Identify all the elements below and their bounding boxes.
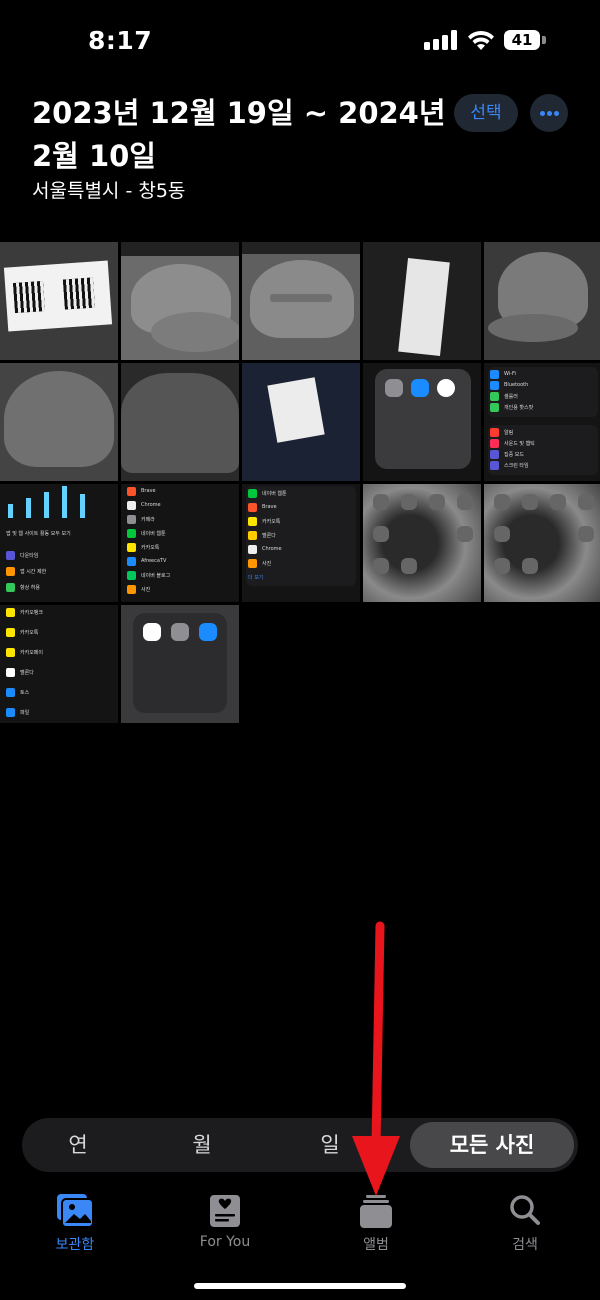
tab-for-you-label: For You (199, 1234, 251, 1250)
home-indicator (194, 1283, 406, 1289)
time-scale-segmented-control: 연 월 일 모든 사진 (22, 1118, 578, 1172)
segment-year[interactable]: 연 (30, 1118, 126, 1172)
photo-settings-list[interactable]: Wi-Fi Bluetooth 셀룰러 개인용 핫스팟 알림 사운드 및 햅틱 … (484, 363, 600, 481)
tab-search-label: 검색 (512, 1237, 538, 1253)
select-button[interactable]: 선택 (454, 94, 518, 132)
more-options-button[interactable] (530, 94, 568, 132)
photo-homescreen-1[interactable] (363, 484, 481, 602)
battery-indicator: 41 (504, 30, 540, 50)
tab-library[interactable]: 보관함 (15, 1192, 135, 1254)
status-bar: 8:17 41 (0, 0, 600, 80)
location-subtitle: 서울특별시 - 창5동 (32, 180, 186, 202)
tab-library-label: 보관함 (55, 1237, 95, 1253)
photo-cap-side[interactable] (0, 363, 118, 481)
page-title: 2023년 12월 19일 ~ 2024년 2월 10일 (32, 96, 446, 173)
photo-homescreen-2[interactable] (484, 484, 600, 602)
segment-month[interactable]: 월 (154, 1118, 250, 1172)
tab-albums[interactable]: 앨범 (316, 1192, 436, 1254)
for-you-icon (210, 1195, 240, 1227)
photo-app-list-3[interactable]: 카카오뱅크 카카오톡 카카오페이 멜론다 토스 파일 (0, 605, 118, 723)
photo-cap-tag[interactable] (363, 242, 481, 360)
photo-vineyard-tag[interactable] (242, 363, 360, 481)
photo-cap-inside[interactable] (121, 363, 239, 481)
search-icon (510, 1195, 540, 1225)
photo-whale-cap[interactable] (484, 242, 600, 360)
photo-timberland-cap[interactable] (242, 242, 360, 360)
cellular-signal-icon (424, 30, 458, 50)
photo-gray-cap[interactable] (121, 242, 239, 360)
tab-search[interactable]: 검색 (465, 1192, 585, 1254)
photo-qr-label[interactable] (0, 242, 118, 360)
segment-all-photos[interactable]: 모든 사진 (410, 1122, 574, 1168)
tab-for-you[interactable]: For You (165, 1192, 285, 1250)
segment-day[interactable]: 일 (282, 1118, 378, 1172)
tab-albums-label: 앨범 (363, 1237, 389, 1253)
photo-library-icon (57, 1194, 94, 1228)
photo-app-list-2[interactable]: 네이버 웹툰 Brave 카카오톡 멜론다 Chrome 사진 더 보기 (242, 484, 360, 602)
status-time: 8:17 (88, 26, 153, 55)
albums-icon (360, 1195, 392, 1228)
battery-tip (542, 36, 546, 44)
photo-screen-time[interactable]: 앱 및 웹 사이트 활동 모두 보기 다운타임 앱 시간 제한 항상 허용 (0, 484, 118, 602)
photo-settings-folder[interactable] (363, 363, 481, 481)
wifi-icon (468, 30, 494, 50)
photo-apps-folder[interactable] (121, 605, 239, 723)
photo-app-list-1[interactable]: Brave Chrome 카메라 네이버 웹툰 카카오톡 AfreecaTV 네… (121, 484, 239, 602)
